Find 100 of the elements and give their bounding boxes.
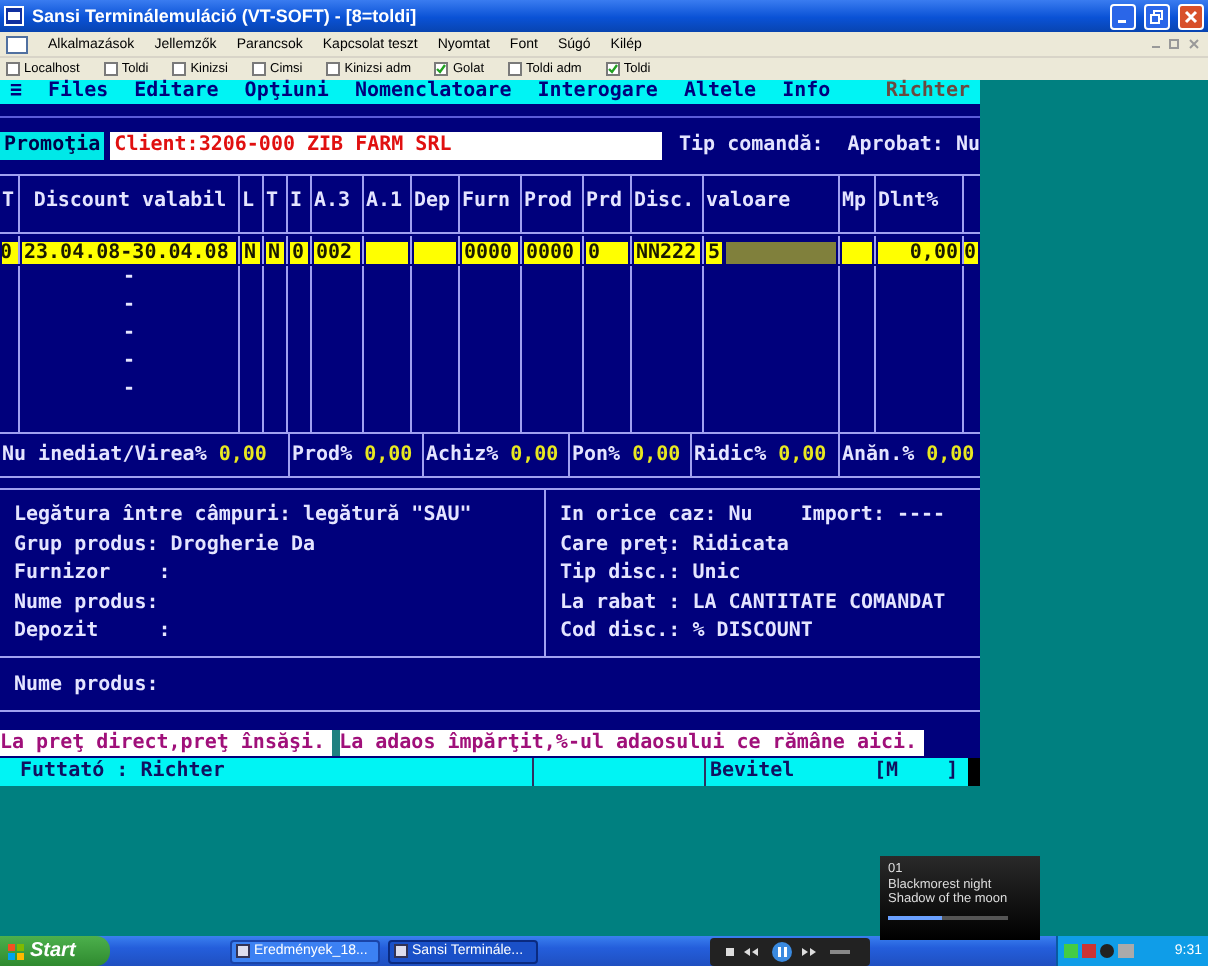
column-header: Dlnt% <box>878 190 939 214</box>
value-input-field[interactable] <box>726 242 836 264</box>
table-cell: - <box>122 266 136 288</box>
total-value: 0,00 <box>632 443 681 467</box>
table-cell <box>414 242 456 264</box>
info-line: Legătura între câmpuri: legătură "SAU" <box>14 504 474 528</box>
column-header: T <box>2 190 15 214</box>
menu-item[interactable]: Files <box>48 80 109 104</box>
minimize-button[interactable] <box>1110 3 1136 29</box>
promo-button[interactable]: Promoţia <box>0 132 105 160</box>
total-label: Achiz% <box>426 443 499 467</box>
column-header: valoare <box>706 190 791 214</box>
app-icon <box>4 6 24 26</box>
user-name: Richter <box>885 80 970 104</box>
info-line: Nume produs: <box>14 591 161 615</box>
table-cell: - <box>122 350 136 372</box>
menu-item[interactable]: Altele <box>683 80 757 104</box>
checkmark-icon <box>607 64 618 74</box>
table-cell: N <box>242 242 260 264</box>
table-cell: 0 <box>290 242 308 264</box>
table-cell: 0 <box>964 242 980 264</box>
menu-item[interactable]: Nomenclatoare <box>354 80 512 104</box>
status-mode: Bevitel <box>704 758 874 786</box>
windows-flag-icon <box>8 943 24 959</box>
host-checkbox[interactable] <box>103 62 118 76</box>
info-line: Import: ---- <box>800 504 946 528</box>
total-value: 0,00 <box>510 443 559 467</box>
table-cell: 23.04.08-30.04.08 <box>22 242 236 264</box>
info-line: Depozit : <box>14 620 173 644</box>
host-checkbox[interactable] <box>172 62 187 76</box>
table-row[interactable]: - <box>0 322 980 350</box>
document-icon <box>6 35 28 53</box>
total-value: 0,00 <box>218 443 267 467</box>
total-label: Pon% <box>572 443 621 467</box>
table-cell: 0000 <box>462 242 518 264</box>
table-cell: NN222 <box>634 242 700 264</box>
table-cell: 5 <box>706 242 723 264</box>
order-type-label: Tip comandă: <box>679 134 824 158</box>
table-row[interactable]: - <box>0 266 980 294</box>
total-label: Anăn.% <box>842 443 915 467</box>
menu-item[interactable]: Editare <box>134 80 219 104</box>
total-value: 0,00 <box>364 443 413 467</box>
column-header: Furn <box>462 190 511 214</box>
status-user: Futtató : Richter <box>18 758 227 786</box>
window-title: Sansi Terminálemuláció (VT-SOFT) - [8=toldi] <box>32 6 419 26</box>
table-row[interactable]: - <box>0 378 980 406</box>
column-header: Prod <box>524 190 573 214</box>
menu-item[interactable]: Opţiuni <box>244 80 329 104</box>
client-field[interactable]: Client:3206-000 ZIB FARM SRL <box>110 132 662 160</box>
total-label: Ridic% <box>694 443 767 467</box>
table-row[interactable]: - <box>0 294 980 322</box>
product-name-label: Nume produs: <box>14 674 159 696</box>
table-cell: N <box>266 242 284 264</box>
media-controls-toolbar[interactable] <box>709 937 869 965</box>
table-cell: 0000 <box>524 242 580 264</box>
window-icon <box>394 944 408 958</box>
total-label: Prod% <box>292 443 353 467</box>
column-header: I <box>290 190 303 214</box>
menu-item[interactable]: Info <box>782 80 831 104</box>
total-label: Nu inediat/Virea% <box>2 443 207 467</box>
restore-button[interactable] <box>1144 3 1170 29</box>
hint-message: La adaos împărţit,%-ul adaosului ce rămâne aici. <box>339 730 924 756</box>
column-header: Discount valabil <box>33 190 227 214</box>
total-value: 0,00 <box>926 443 975 467</box>
host-checkbox[interactable] <box>508 62 523 76</box>
table-cell: 002 <box>314 242 360 264</box>
approved-status: Aprobat: Nu <box>847 134 980 158</box>
host-checkbox[interactable] <box>326 62 341 76</box>
table-cell <box>842 242 872 264</box>
host-checkbox[interactable] <box>6 62 20 76</box>
close-button[interactable] <box>1178 3 1204 29</box>
column-header: Dep <box>414 190 451 214</box>
table-cell: - <box>122 322 136 344</box>
host-checkbox[interactable] <box>434 62 449 76</box>
checkmark-icon <box>436 64 447 74</box>
info-line: Cod disc.: % DISCOUNT <box>560 620 813 644</box>
menu-item[interactable]: Interogare <box>537 80 658 104</box>
table-cell: 0 <box>586 242 628 264</box>
info-line: Tip disc.: Unic <box>560 562 741 586</box>
column-header: Mp <box>842 190 867 214</box>
column-header: Disc. <box>634 190 695 214</box>
info-line: Care preţ: Ridicata <box>560 533 789 557</box>
host-checkbox[interactable] <box>605 62 620 76</box>
menu-item[interactable]: ≡ <box>10 80 23 104</box>
info-line: Furnizor : <box>14 562 173 586</box>
host-checkbox[interactable] <box>252 62 266 76</box>
close-icon <box>1184 9 1198 23</box>
column-header: L <box>242 190 255 214</box>
table-row[interactable]: - <box>0 350 980 378</box>
restore-icon <box>1150 9 1164 23</box>
table-cell: 0,00 <box>878 242 960 264</box>
document-window-controls-icon[interactable] <box>1150 38 1202 50</box>
info-line: Grup produs: Drogherie Da <box>14 533 318 557</box>
input-mode-text: [M ] <box>874 758 961 786</box>
info-line: In orice caz: Nu <box>560 504 753 528</box>
total-value: 0,00 <box>778 443 827 467</box>
column-header: T <box>266 190 279 214</box>
window-icon <box>236 944 250 958</box>
column-header: Prd <box>586 190 623 214</box>
hint-message: La preţ direct,preţ însăşi. <box>0 730 332 756</box>
